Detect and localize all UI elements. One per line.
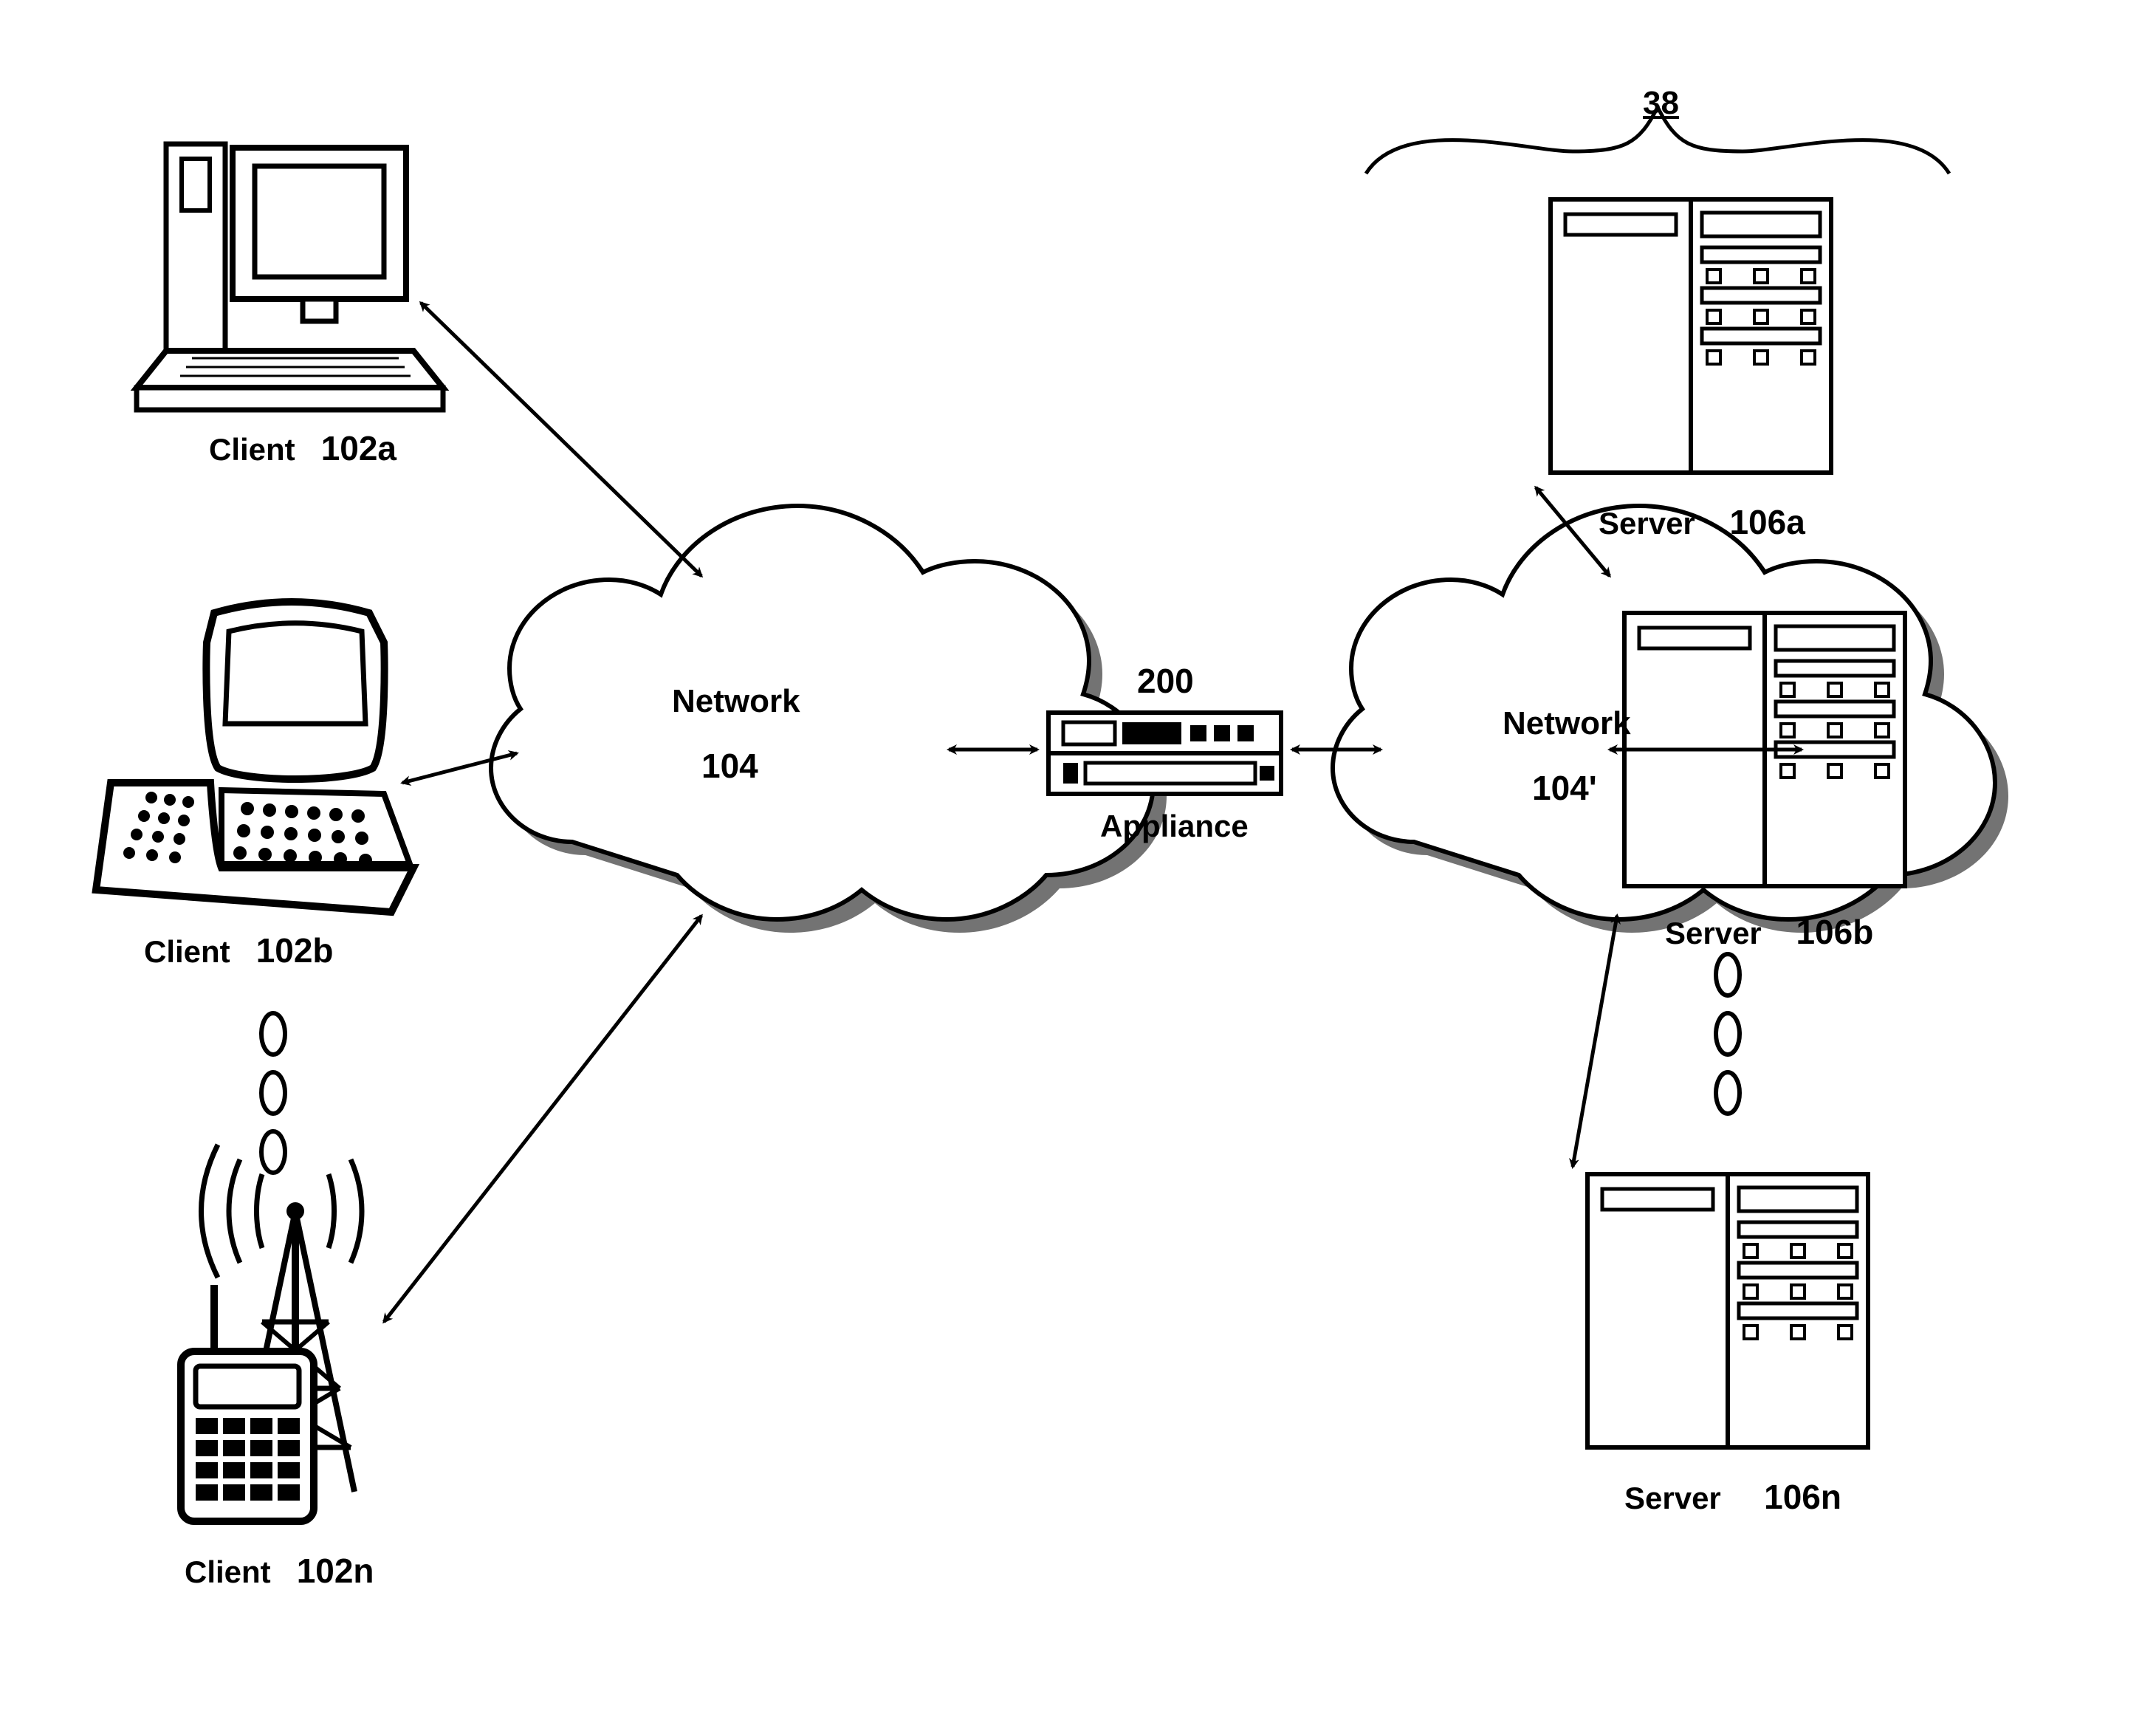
client-b-ref: 102b bbox=[256, 931, 334, 970]
appliance-label: Appliance bbox=[1100, 809, 1249, 844]
client-a-label-text: Client bbox=[209, 432, 295, 467]
diagram-canvas: 38 Client 102a Client 102b Client 102n N… bbox=[0, 0, 2156, 1731]
client-a-label: Client 102a bbox=[209, 428, 396, 468]
server-n-label: Server 106n bbox=[1624, 1477, 1841, 1517]
servers-ellipsis-icon bbox=[1716, 954, 1740, 1114]
network-left-label: Network bbox=[672, 683, 800, 720]
server-farm-ref: 38 bbox=[1643, 85, 1679, 122]
clients-ellipsis-icon bbox=[261, 1013, 285, 1173]
client-n-label: Client 102n bbox=[185, 1551, 374, 1591]
server-a-label: Server 106a bbox=[1599, 502, 1805, 542]
network-right-label: Network bbox=[1503, 705, 1631, 742]
client-b-label: Client 102b bbox=[144, 930, 334, 970]
client-desktop-icon bbox=[137, 144, 443, 410]
client-laptop-icon bbox=[96, 602, 413, 912]
server-n-ref: 106n bbox=[1764, 1478, 1841, 1516]
network-left-ref: 104 bbox=[701, 746, 758, 786]
server-b-label: Server 106b bbox=[1665, 912, 1873, 952]
server-b-ref: 106b bbox=[1796, 913, 1873, 951]
server-a-label-text: Server bbox=[1599, 506, 1695, 541]
server-a-ref: 106a bbox=[1729, 503, 1805, 541]
server-b-label-text: Server bbox=[1665, 916, 1762, 950]
client-mobile-icon bbox=[181, 1145, 362, 1521]
client-b-label-text: Client bbox=[144, 934, 230, 969]
appliance-icon bbox=[1048, 713, 1281, 794]
client-n-label-text: Client bbox=[185, 1555, 271, 1589]
diagram-svg bbox=[0, 0, 2156, 1731]
client-n-ref: 102n bbox=[297, 1552, 374, 1590]
network-right-ref: 104' bbox=[1532, 768, 1597, 808]
appliance-ref: 200 bbox=[1137, 661, 1194, 701]
client-a-ref: 102a bbox=[321, 429, 396, 467]
server-a-icon bbox=[1551, 199, 1831, 473]
server-n-label-text: Server bbox=[1624, 1481, 1721, 1515]
server-n-icon bbox=[1587, 1174, 1868, 1447]
